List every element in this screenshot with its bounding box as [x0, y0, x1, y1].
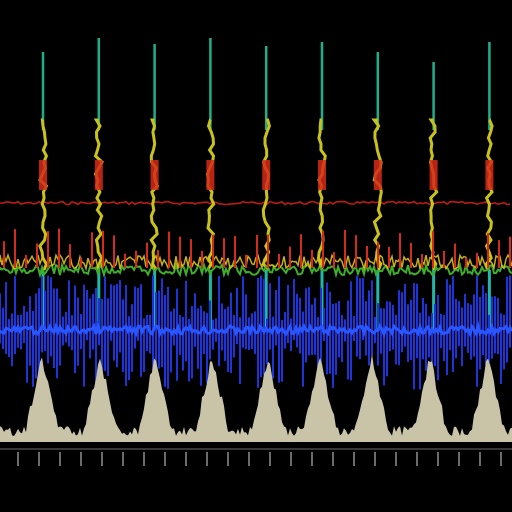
spike-red-block	[429, 160, 438, 190]
spike-red-block	[94, 160, 103, 190]
waveform-visualization	[0, 0, 512, 512]
spike-red-block	[318, 160, 326, 190]
spike-red-block	[262, 160, 271, 190]
spike-red-block	[485, 160, 494, 190]
spike-red-block	[39, 160, 47, 190]
waveform-canvas	[0, 0, 512, 512]
spike-red-block	[150, 160, 159, 190]
spike-red-block	[206, 160, 215, 190]
spike-red-block	[373, 160, 382, 190]
